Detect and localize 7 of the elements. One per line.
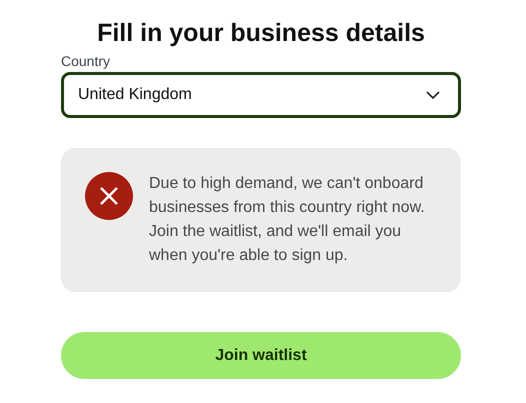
chevron-icon xyxy=(426,91,440,99)
page-title: Fill in your business details xyxy=(97,18,425,49)
error-icon xyxy=(85,172,133,220)
field-label: Country xyxy=(61,53,110,69)
country-select[interactable]: United Kingdom xyxy=(61,72,461,118)
notice-message: Due to high demand, we can't onboard businesses from this country right now. Join the waitlist, and we'll email you when you're able to sign up. xyxy=(149,174,426,266)
join-waitlist-button[interactable]: Join waitlist xyxy=(61,332,461,379)
